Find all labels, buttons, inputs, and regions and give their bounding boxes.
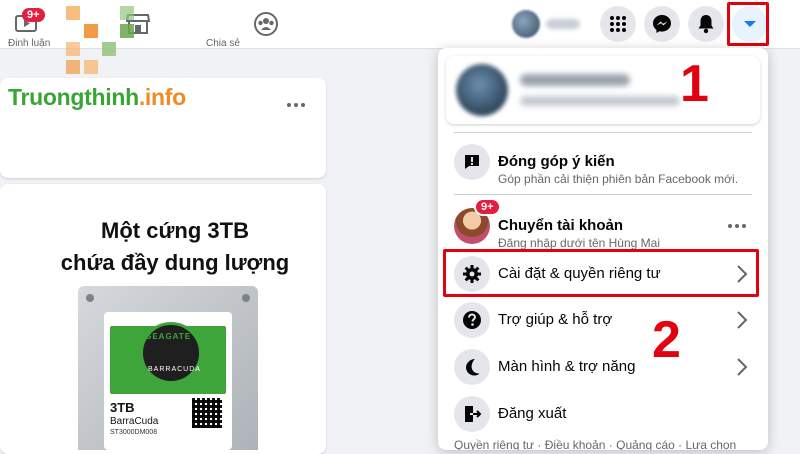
drive-model: BarraCuda	[110, 416, 159, 427]
menu-divider	[454, 194, 752, 195]
menu-footer-links[interactable]: Quyền riêng tư · Điều khoản · Quảng cáo …	[454, 438, 736, 450]
hard-drive-image: SEAGATE BARRACUDA 3TB BarraCuda ST3000DM…	[78, 286, 258, 450]
grid-menu-icon	[610, 16, 626, 32]
watermark-brand-orange: .info	[138, 84, 186, 110]
watermark-square	[84, 24, 98, 38]
watermark-square	[84, 60, 98, 74]
menu-item-subtitle: Đăng nhập dưới tên Hùng Mai	[498, 236, 660, 250]
qr-code-icon	[192, 398, 222, 428]
ad-headline-line1: Một cứng 3TB	[101, 218, 249, 243]
menu-item-title: Đóng góp ý kiến	[498, 153, 615, 170]
logout-icon	[454, 396, 490, 432]
screw	[86, 294, 94, 302]
help-icon	[454, 302, 490, 338]
messenger-button[interactable]	[644, 6, 680, 42]
highlight-account-button	[727, 2, 769, 46]
chevron-right-icon	[737, 358, 748, 376]
avatar	[512, 10, 540, 38]
chevron-right-icon	[737, 311, 748, 329]
groups-label: Chia sẻ	[206, 38, 240, 49]
menu-item-subtitle: Góp phần cải thiện phiên bản Facebook mớ…	[498, 172, 739, 186]
menu-divider	[454, 132, 752, 133]
notifications-button[interactable]	[688, 6, 724, 42]
nav-labels: Đinh luận Chia sẻ	[0, 36, 430, 50]
drive-brand: SEAGATE	[146, 332, 192, 341]
drive-capacity: 3TB	[110, 400, 135, 415]
account-badge: 9+	[474, 198, 501, 216]
watermark-square	[120, 24, 134, 38]
watermark-square	[120, 6, 134, 20]
more-options-icon[interactable]	[287, 103, 305, 107]
groups-icon	[254, 12, 278, 36]
feedback-icon	[454, 144, 490, 180]
menu-item-help-support[interactable]: Trợ giúp & hỗ trợ	[446, 298, 760, 342]
watermark-logo: Truongthinh.info	[8, 84, 186, 111]
more-options-icon[interactable]	[728, 224, 746, 228]
menu-item-title: Chuyển tài khoản	[498, 217, 624, 234]
drive-label: SEAGATE BARRACUDA 3TB BarraCuda ST3000DM…	[104, 312, 232, 450]
profile-chip[interactable]	[512, 8, 582, 40]
avatar	[456, 64, 508, 116]
watermark-brand-green: Truongthinh	[8, 84, 139, 110]
menu-item-feedback[interactable]: Đóng góp ý kiến Góp phần cải thiện phiên…	[446, 140, 760, 192]
drive-label-green: SEAGATE BARRACUDA	[110, 322, 226, 394]
step-number-2: 2	[652, 311, 681, 369]
ad-headline-line2: chứa đầy dung lượng	[60, 250, 290, 275]
menu-item-title: Đăng xuất	[498, 405, 567, 422]
highlight-settings-item	[443, 249, 759, 297]
drive-series: BARRACUDA	[148, 366, 201, 373]
moon-icon	[454, 349, 490, 385]
screw	[242, 294, 250, 302]
profile-card[interactable]	[446, 56, 760, 124]
profile-name-blurred	[520, 74, 630, 86]
watermark-square	[66, 42, 80, 56]
menu-item-logout[interactable]: Đăng xuất	[446, 392, 760, 436]
watermark-square	[66, 60, 80, 74]
menu-item-title: Trợ giúp & hỗ trợ	[498, 311, 613, 328]
profile-name-blurred	[546, 19, 580, 29]
step-number-1: 1	[680, 55, 709, 113]
messenger-icon	[653, 15, 671, 33]
menu-button[interactable]	[600, 6, 636, 42]
watermark-square	[102, 42, 116, 56]
drive-serial: ST3000DM008	[110, 429, 158, 436]
watch-label: Đinh luận	[8, 38, 51, 49]
menu-item-title: Màn hình & trợ năng	[498, 358, 636, 375]
profile-subtext-blurred	[520, 96, 680, 106]
bell-icon	[698, 15, 714, 34]
menu-item-display-accessibility[interactable]: Màn hình & trợ năng	[446, 345, 760, 389]
watch-badge: 9+	[22, 8, 45, 22]
watermark-square	[66, 6, 80, 20]
